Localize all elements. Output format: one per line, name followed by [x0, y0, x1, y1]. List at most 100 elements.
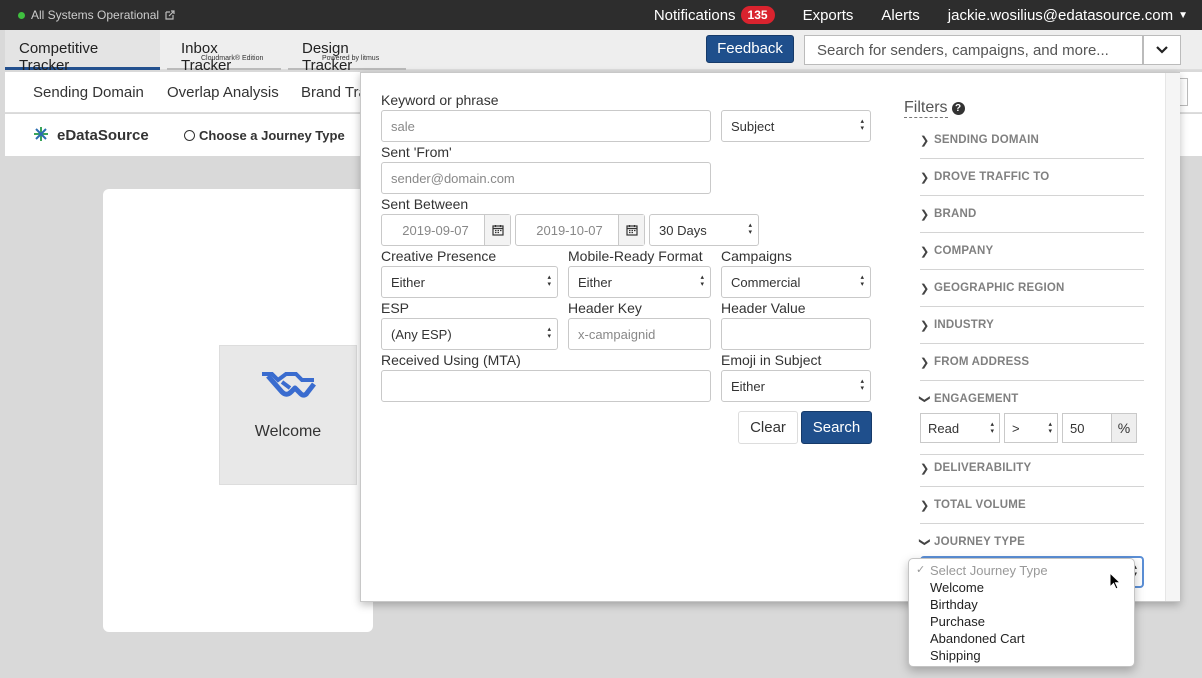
chevron-right-icon: ❯ [920, 246, 930, 258]
option-label: Select Journey Type [930, 563, 1048, 578]
help-icon[interactable]: ? [951, 102, 965, 115]
chevron-right-icon: ❯ [920, 463, 930, 475]
creative-presence-select[interactable]: Either [381, 266, 558, 298]
journey-type-radio[interactable]: Choose a Journey Type [184, 128, 345, 143]
engagement-value-input[interactable]: 50 [1062, 413, 1112, 443]
mobile-ready-label: Mobile-Ready Format [568, 248, 703, 264]
alerts-link[interactable]: Alerts [881, 7, 919, 24]
tab-sublabel: Powered by litmus [322, 55, 380, 62]
header-key-input[interactable]: x-campaignid [568, 318, 711, 350]
sent-between-label: Sent Between [381, 196, 469, 212]
journey-option-birthday[interactable]: Birthday [909, 596, 1134, 613]
filter-drove-traffic-to[interactable]: ❯ DROVE TRAFFIC TO [920, 159, 1144, 196]
filter-section-label: DROVE TRAFFIC TO [934, 171, 1050, 183]
user-menu[interactable]: jackie.wosilius@edatasource.com ▼ [948, 7, 1188, 24]
emoji-select[interactable]: Either [721, 370, 871, 402]
engagement-metric-select[interactable]: Read [920, 413, 1000, 443]
filter-deliverability[interactable]: ❯ DELIVERABILITY [920, 450, 1144, 487]
esp-select[interactable]: (Any ESP) [381, 318, 558, 350]
tab-inbox-tracker[interactable]: Inbox Tracker Cloudmark® Edition [167, 30, 281, 74]
chevron-right-icon: ❯ [920, 283, 930, 295]
journey-option-welcome[interactable]: Welcome [909, 579, 1134, 596]
filter-total-volume[interactable]: ❯ TOTAL VOLUME [920, 487, 1144, 524]
keyword-input[interactable]: sale [381, 110, 711, 142]
edatasource-logo-icon [34, 127, 48, 141]
welcome-label: Welcome [254, 423, 322, 440]
exports-link[interactable]: Exports [803, 7, 854, 24]
notifications-label: Notifications [653, 6, 736, 24]
journey-radio-label: Choose a Journey Type [199, 128, 345, 143]
advanced-search-panel: Keyword or phrase sale Subject Sent 'Fro… [360, 72, 1180, 602]
panel-scrollbar[interactable] [1165, 73, 1180, 601]
mobile-ready-select[interactable]: Either [568, 266, 711, 298]
header-value-input[interactable] [721, 318, 871, 350]
date-range-select[interactable]: 30 Days [649, 214, 759, 246]
filter-from-address[interactable]: ❯ FROM ADDRESS [920, 344, 1144, 381]
sent-from-input[interactable]: sender@domain.com [381, 162, 711, 194]
filter-section-label: FROM ADDRESS [934, 356, 1030, 368]
subnav-brand[interactable]: Brand Tra [301, 84, 367, 101]
mta-label: Received Using (MTA) [381, 352, 521, 368]
welcome-journey-tile[interactable]: Welcome [219, 345, 357, 485]
filters-title: Filters ? [904, 99, 965, 118]
radio-icon [184, 130, 195, 141]
brand-name: eDataSource [57, 127, 149, 144]
filter-industry[interactable]: ❯ INDUSTRY [920, 307, 1144, 344]
chevron-down-icon: ❯ [918, 537, 931, 547]
subnav-sending-domain[interactable]: Sending Domain [33, 84, 144, 101]
chevron-right-icon: ❯ [920, 209, 930, 221]
status-text: All Systems Operational [31, 8, 160, 22]
chevron-down-icon: ❯ [918, 394, 931, 404]
tab-competitive-tracker[interactable]: Competitive Tracker [5, 30, 160, 74]
campaigns-label: Campaigns [721, 248, 792, 264]
top-bar: All Systems Operational Notifications 13… [0, 0, 1202, 30]
campaigns-select[interactable]: Commercial [721, 266, 871, 298]
chevron-right-icon: ❯ [920, 135, 930, 147]
chevron-right-icon: ❯ [920, 172, 930, 184]
journey-option-purchase[interactable]: Purchase [909, 613, 1134, 630]
filter-section-label: GEOGRAPHIC REGION [934, 282, 1065, 294]
sent-from-label: Sent 'From' [381, 144, 452, 160]
calendar-icon[interactable] [618, 215, 644, 245]
tab-design-tracker[interactable]: Design Tracker Powered by litmus [288, 30, 406, 74]
filter-company[interactable]: ❯ COMPANY [920, 233, 1144, 270]
filter-section-label: BRAND [934, 208, 977, 220]
chevron-right-icon: ❯ [920, 500, 930, 512]
filter-sending-domain[interactable]: ❯ SENDING DOMAIN [920, 122, 1144, 159]
keyword-scope-select[interactable]: Subject [721, 110, 871, 142]
journey-type-dropdown: ✓ Select Journey Type Welcome Birthday P… [908, 558, 1135, 667]
product-tab-bar: Competitive Tracker Inbox Tracker Cloudm… [5, 30, 1202, 74]
mta-input[interactable] [381, 370, 711, 402]
notifications-link[interactable]: Notifications 135 [654, 6, 775, 24]
status-dot-icon [18, 11, 25, 19]
user-email: jackie.wosilius@edatasource.com [947, 6, 1174, 24]
date-to-value: 2019-10-07 [536, 223, 603, 238]
clear-button[interactable]: Clear [738, 411, 798, 444]
search-button[interactable]: Search [801, 411, 872, 444]
mouse-cursor-icon [1109, 572, 1121, 590]
date-to-input[interactable]: 2019-10-07 [515, 214, 645, 246]
subnav-overlap-analysis[interactable]: Overlap Analysis [167, 84, 279, 101]
filter-section-label: INDUSTRY [934, 319, 994, 331]
chevron-down-icon [1156, 46, 1168, 54]
external-link-icon [165, 10, 175, 20]
header-value-label: Header Value [721, 300, 806, 316]
creative-presence-label: Creative Presence [381, 248, 497, 264]
keyword-label: Keyword or phrase [381, 92, 499, 108]
filter-section-label: ENGAGEMENT [934, 393, 1019, 405]
tab-label: Competitive Tracker [19, 40, 99, 74]
global-search-input[interactable]: Search for senders, campaigns, and more.… [804, 35, 1143, 65]
feedback-button[interactable]: Feedback [706, 35, 794, 63]
search-toggle-button[interactable] [1143, 35, 1181, 65]
journey-option-shipping[interactable]: Shipping [909, 647, 1134, 664]
date-from-input[interactable]: 2019-09-07 [381, 214, 511, 246]
filter-section-label: DELIVERABILITY [934, 462, 1032, 474]
journey-option-placeholder[interactable]: ✓ Select Journey Type [909, 562, 1134, 579]
filter-brand[interactable]: ❯ BRAND [920, 196, 1144, 233]
system-status[interactable]: All Systems Operational [18, 8, 175, 22]
filter-geographic-region[interactable]: ❯ GEOGRAPHIC REGION [920, 270, 1144, 307]
filters-label: Filters [904, 99, 948, 118]
calendar-icon[interactable] [484, 215, 510, 245]
engagement-operator-select[interactable]: > [1004, 413, 1058, 443]
journey-option-abandoned-cart[interactable]: Abandoned Cart [909, 630, 1134, 647]
